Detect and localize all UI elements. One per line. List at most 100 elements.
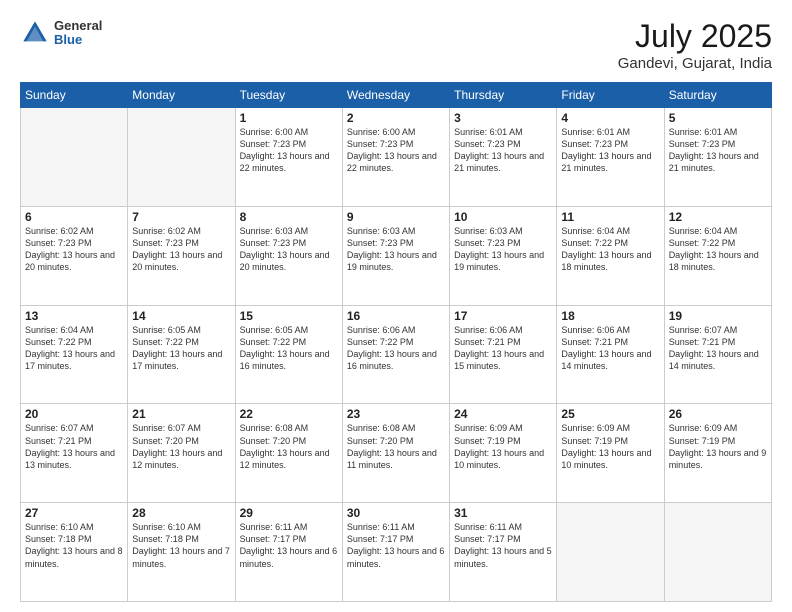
calendar-cell	[664, 503, 771, 602]
calendar-cell: 23Sunrise: 6:08 AM Sunset: 7:20 PM Dayli…	[342, 404, 449, 503]
day-number: 12	[669, 210, 767, 224]
calendar-cell: 14Sunrise: 6:05 AM Sunset: 7:22 PM Dayli…	[128, 305, 235, 404]
calendar-title: July 2025	[618, 18, 772, 55]
calendar-cell: 19Sunrise: 6:07 AM Sunset: 7:21 PM Dayli…	[664, 305, 771, 404]
calendar-cell: 4Sunrise: 6:01 AM Sunset: 7:23 PM Daylig…	[557, 108, 664, 207]
calendar-cell: 15Sunrise: 6:05 AM Sunset: 7:22 PM Dayli…	[235, 305, 342, 404]
header-monday: Monday	[128, 83, 235, 108]
logo-icon	[20, 18, 50, 48]
header-sunday: Sunday	[21, 83, 128, 108]
day-info: Sunrise: 6:10 AM Sunset: 7:18 PM Dayligh…	[132, 521, 230, 570]
day-info: Sunrise: 6:04 AM Sunset: 7:22 PM Dayligh…	[561, 225, 659, 274]
day-info: Sunrise: 6:09 AM Sunset: 7:19 PM Dayligh…	[561, 422, 659, 471]
header-wednesday: Wednesday	[342, 83, 449, 108]
calendar-cell: 12Sunrise: 6:04 AM Sunset: 7:22 PM Dayli…	[664, 206, 771, 305]
day-info: Sunrise: 6:09 AM Sunset: 7:19 PM Dayligh…	[669, 422, 767, 471]
calendar-cell: 22Sunrise: 6:08 AM Sunset: 7:20 PM Dayli…	[235, 404, 342, 503]
day-number: 27	[25, 506, 123, 520]
day-info: Sunrise: 6:02 AM Sunset: 7:23 PM Dayligh…	[25, 225, 123, 274]
day-info: Sunrise: 6:03 AM Sunset: 7:23 PM Dayligh…	[240, 225, 338, 274]
logo-text: General Blue	[54, 19, 102, 48]
day-number: 14	[132, 309, 230, 323]
day-info: Sunrise: 6:01 AM Sunset: 7:23 PM Dayligh…	[669, 126, 767, 175]
day-number: 6	[25, 210, 123, 224]
calendar-cell: 2Sunrise: 6:00 AM Sunset: 7:23 PM Daylig…	[342, 108, 449, 207]
calendar-week-row-4: 20Sunrise: 6:07 AM Sunset: 7:21 PM Dayli…	[21, 404, 772, 503]
logo: General Blue	[20, 18, 102, 48]
day-info: Sunrise: 6:08 AM Sunset: 7:20 PM Dayligh…	[240, 422, 338, 471]
day-info: Sunrise: 6:07 AM Sunset: 7:21 PM Dayligh…	[25, 422, 123, 471]
calendar-cell: 17Sunrise: 6:06 AM Sunset: 7:21 PM Dayli…	[450, 305, 557, 404]
calendar-cell: 31Sunrise: 6:11 AM Sunset: 7:17 PM Dayli…	[450, 503, 557, 602]
calendar-cell: 10Sunrise: 6:03 AM Sunset: 7:23 PM Dayli…	[450, 206, 557, 305]
day-number: 23	[347, 407, 445, 421]
day-number: 15	[240, 309, 338, 323]
calendar-cell: 11Sunrise: 6:04 AM Sunset: 7:22 PM Dayli…	[557, 206, 664, 305]
day-info: Sunrise: 6:03 AM Sunset: 7:23 PM Dayligh…	[347, 225, 445, 274]
calendar-cell: 1Sunrise: 6:00 AM Sunset: 7:23 PM Daylig…	[235, 108, 342, 207]
calendar-week-row-2: 6Sunrise: 6:02 AM Sunset: 7:23 PM Daylig…	[21, 206, 772, 305]
calendar-cell: 16Sunrise: 6:06 AM Sunset: 7:22 PM Dayli…	[342, 305, 449, 404]
header-thursday: Thursday	[450, 83, 557, 108]
day-number: 25	[561, 407, 659, 421]
day-number: 4	[561, 111, 659, 125]
day-number: 29	[240, 506, 338, 520]
calendar-cell: 18Sunrise: 6:06 AM Sunset: 7:21 PM Dayli…	[557, 305, 664, 404]
title-block: July 2025 Gandevi, Gujarat, India	[618, 18, 772, 72]
day-number: 28	[132, 506, 230, 520]
day-number: 24	[454, 407, 552, 421]
logo-blue-label: Blue	[54, 33, 102, 47]
day-number: 5	[669, 111, 767, 125]
day-number: 16	[347, 309, 445, 323]
day-number: 21	[132, 407, 230, 421]
day-number: 9	[347, 210, 445, 224]
day-info: Sunrise: 6:06 AM Sunset: 7:21 PM Dayligh…	[454, 324, 552, 373]
day-number: 7	[132, 210, 230, 224]
day-info: Sunrise: 6:08 AM Sunset: 7:20 PM Dayligh…	[347, 422, 445, 471]
calendar-week-row-3: 13Sunrise: 6:04 AM Sunset: 7:22 PM Dayli…	[21, 305, 772, 404]
day-info: Sunrise: 6:06 AM Sunset: 7:21 PM Dayligh…	[561, 324, 659, 373]
calendar-cell: 21Sunrise: 6:07 AM Sunset: 7:20 PM Dayli…	[128, 404, 235, 503]
calendar-location: Gandevi, Gujarat, India	[618, 55, 772, 72]
day-info: Sunrise: 6:07 AM Sunset: 7:20 PM Dayligh…	[132, 422, 230, 471]
calendar-cell: 9Sunrise: 6:03 AM Sunset: 7:23 PM Daylig…	[342, 206, 449, 305]
page: General Blue July 2025 Gandevi, Gujarat,…	[0, 0, 792, 612]
calendar-cell: 26Sunrise: 6:09 AM Sunset: 7:19 PM Dayli…	[664, 404, 771, 503]
day-info: Sunrise: 6:03 AM Sunset: 7:23 PM Dayligh…	[454, 225, 552, 274]
day-info: Sunrise: 6:01 AM Sunset: 7:23 PM Dayligh…	[561, 126, 659, 175]
calendar-cell: 13Sunrise: 6:04 AM Sunset: 7:22 PM Dayli…	[21, 305, 128, 404]
day-info: Sunrise: 6:01 AM Sunset: 7:23 PM Dayligh…	[454, 126, 552, 175]
calendar-header-row: Sunday Monday Tuesday Wednesday Thursday…	[21, 83, 772, 108]
calendar-cell: 24Sunrise: 6:09 AM Sunset: 7:19 PM Dayli…	[450, 404, 557, 503]
day-number: 13	[25, 309, 123, 323]
day-number: 17	[454, 309, 552, 323]
day-info: Sunrise: 6:10 AM Sunset: 7:18 PM Dayligh…	[25, 521, 123, 570]
calendar-cell: 8Sunrise: 6:03 AM Sunset: 7:23 PM Daylig…	[235, 206, 342, 305]
calendar-cell: 20Sunrise: 6:07 AM Sunset: 7:21 PM Dayli…	[21, 404, 128, 503]
day-number: 1	[240, 111, 338, 125]
calendar-week-row-5: 27Sunrise: 6:10 AM Sunset: 7:18 PM Dayli…	[21, 503, 772, 602]
calendar-cell: 3Sunrise: 6:01 AM Sunset: 7:23 PM Daylig…	[450, 108, 557, 207]
header-friday: Friday	[557, 83, 664, 108]
day-number: 19	[669, 309, 767, 323]
day-number: 10	[454, 210, 552, 224]
day-info: Sunrise: 6:06 AM Sunset: 7:22 PM Dayligh…	[347, 324, 445, 373]
day-number: 3	[454, 111, 552, 125]
day-info: Sunrise: 6:00 AM Sunset: 7:23 PM Dayligh…	[240, 126, 338, 175]
day-info: Sunrise: 6:05 AM Sunset: 7:22 PM Dayligh…	[240, 324, 338, 373]
day-number: 2	[347, 111, 445, 125]
day-number: 22	[240, 407, 338, 421]
day-number: 11	[561, 210, 659, 224]
day-info: Sunrise: 6:05 AM Sunset: 7:22 PM Dayligh…	[132, 324, 230, 373]
day-info: Sunrise: 6:02 AM Sunset: 7:23 PM Dayligh…	[132, 225, 230, 274]
day-info: Sunrise: 6:11 AM Sunset: 7:17 PM Dayligh…	[454, 521, 552, 570]
calendar-cell	[557, 503, 664, 602]
calendar-week-row-1: 1Sunrise: 6:00 AM Sunset: 7:23 PM Daylig…	[21, 108, 772, 207]
day-number: 26	[669, 407, 767, 421]
day-info: Sunrise: 6:11 AM Sunset: 7:17 PM Dayligh…	[347, 521, 445, 570]
header-saturday: Saturday	[664, 83, 771, 108]
calendar-cell	[21, 108, 128, 207]
day-info: Sunrise: 6:04 AM Sunset: 7:22 PM Dayligh…	[669, 225, 767, 274]
header: General Blue July 2025 Gandevi, Gujarat,…	[20, 18, 772, 72]
calendar-table: Sunday Monday Tuesday Wednesday Thursday…	[20, 82, 772, 602]
